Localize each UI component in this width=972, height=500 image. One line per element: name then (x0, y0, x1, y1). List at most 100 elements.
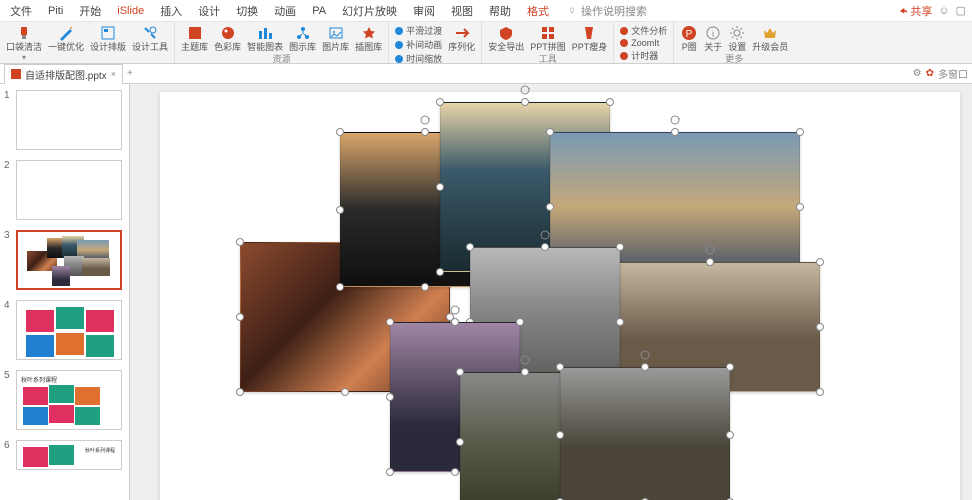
ribbon-about-button[interactable]: i关于 (704, 24, 722, 52)
menu-help[interactable]: 帮助 (485, 1, 515, 21)
thumbnail-1[interactable]: 1 (4, 90, 125, 150)
ribbon-analysis-button[interactable]: 文件分析 (620, 24, 667, 37)
selection-handle[interactable] (816, 388, 824, 396)
rotate-handle-icon[interactable] (539, 229, 551, 241)
rotate-handle-icon[interactable] (419, 114, 431, 126)
rotate-handle-icon[interactable] (519, 354, 531, 366)
ribbon-clean-button[interactable]: 口袋清洁 ▾ (6, 24, 42, 62)
rotate-handle-icon[interactable] (519, 84, 531, 96)
collage-image-bike[interactable] (560, 367, 730, 500)
selection-handle[interactable] (451, 318, 459, 326)
selection-handle[interactable] (421, 128, 429, 136)
selection-handle[interactable] (796, 128, 804, 136)
selection-handle[interactable] (436, 98, 444, 106)
selection-handle[interactable] (726, 431, 734, 439)
selection-handle[interactable] (556, 363, 564, 371)
window-max-icon[interactable]: ▢ (956, 4, 966, 17)
selection-handle[interactable] (236, 388, 244, 396)
menu-search[interactable]: 操作说明搜索 (567, 3, 647, 19)
ribbon-tools-button[interactable]: 设计工具 (132, 24, 168, 52)
selection-handle[interactable] (456, 368, 464, 376)
right-flower-icon[interactable]: ✿ (926, 68, 934, 79)
ribbon-layout-button[interactable]: 设计排版 (90, 24, 126, 52)
selection-handle[interactable] (456, 438, 464, 446)
menu-format[interactable]: 格式 (523, 1, 553, 21)
selection-handle[interactable] (726, 363, 734, 371)
ribbon-puzzle-button[interactable]: PPT拼图 (530, 24, 566, 52)
multi-window-button[interactable]: 多窗口 (938, 66, 968, 81)
selection-handle[interactable] (386, 393, 394, 401)
ribbon-optimize-button[interactable]: 一键优化 (48, 24, 84, 52)
document-tab[interactable]: 自适排版配图.pptx × (4, 64, 123, 84)
selection-handle[interactable] (616, 318, 624, 326)
menu-pa[interactable]: PA (308, 3, 330, 19)
ribbon-sequence-button[interactable]: 序列化 (448, 24, 475, 52)
ribbon-vip-button[interactable]: 升级会员 (752, 24, 788, 52)
ribbon-palette-button[interactable]: 色彩库 (214, 24, 241, 52)
selection-handle[interactable] (516, 318, 524, 326)
selection-handle[interactable] (421, 283, 429, 291)
selection-handle[interactable] (546, 128, 554, 136)
selection-handle[interactable] (436, 183, 444, 191)
thumbnail-6[interactable]: 6 秋叶系列课程 (4, 440, 125, 470)
menu-islide[interactable]: iSlide (113, 3, 148, 19)
selection-handle[interactable] (436, 268, 444, 276)
menu-review[interactable]: 审阅 (409, 1, 439, 21)
menu-piti[interactable]: Piti (44, 3, 67, 19)
selection-handle[interactable] (706, 258, 714, 266)
selection-handle[interactable] (386, 468, 394, 476)
ribbon-diagram-button[interactable]: 图示库 (289, 24, 316, 52)
selection-handle[interactable] (606, 98, 614, 106)
close-tab-icon[interactable]: × (111, 69, 116, 79)
rotate-handle-icon[interactable] (449, 304, 461, 316)
selection-handle[interactable] (236, 313, 244, 321)
selection-handle[interactable] (556, 431, 564, 439)
thumbnail-5[interactable]: 5 秋叶系列课程 (4, 370, 125, 430)
rotate-handle-icon[interactable] (669, 114, 681, 126)
menu-transition[interactable]: 切换 (232, 1, 262, 21)
ribbon-smartchart-button[interactable]: 智能图表 (247, 24, 283, 52)
ribbon-smooth-button[interactable]: 平滑过渡 (395, 24, 442, 37)
rotate-handle-icon[interactable] (704, 244, 716, 256)
selection-handle[interactable] (796, 203, 804, 211)
ribbon-theme-button[interactable]: 主题库 (181, 24, 208, 52)
ribbon-tween-button[interactable]: 补间动画 (395, 38, 442, 51)
ribbon-slim-button[interactable]: PPT瘦身 (572, 24, 608, 52)
new-tab-button[interactable]: + (127, 68, 133, 79)
selection-handle[interactable] (521, 98, 529, 106)
thumbnail-2[interactable]: 2 (4, 160, 125, 220)
menu-view[interactable]: 视图 (447, 1, 477, 21)
menu-home[interactable]: 开始 (75, 1, 105, 21)
selection-handle[interactable] (236, 238, 244, 246)
selection-handle[interactable] (336, 206, 344, 214)
menu-animation[interactable]: 动画 (270, 1, 300, 21)
thumbnail-3[interactable]: 3 (4, 230, 125, 290)
selection-handle[interactable] (616, 243, 624, 251)
selection-handle[interactable] (541, 243, 549, 251)
selection-handle[interactable] (816, 323, 824, 331)
selection-handle[interactable] (671, 128, 679, 136)
ribbon-pcircle-button[interactable]: PP圈 (680, 24, 698, 52)
selection-handle[interactable] (521, 368, 529, 376)
thumbnail-4[interactable]: 4 (4, 300, 125, 360)
selection-handle[interactable] (341, 388, 349, 396)
selection-handle[interactable] (641, 363, 649, 371)
ribbon-zoomit-button[interactable]: ZoomIt (620, 38, 667, 48)
selection-handle[interactable] (466, 243, 474, 251)
rotate-handle-icon[interactable] (639, 349, 651, 361)
ribbon-settings-button[interactable]: 设置 (728, 24, 746, 52)
right-gear-icon[interactable]: ⚙ (913, 68, 922, 79)
selection-handle[interactable] (336, 283, 344, 291)
window-smiley-icon[interactable]: ☺ (938, 5, 949, 17)
menu-slideshow[interactable]: 幻灯片放映 (338, 1, 401, 21)
selection-handle[interactable] (451, 468, 459, 476)
thumbnail-panel[interactable]: 1 2 3 4 (0, 84, 130, 500)
menu-file[interactable]: 文件 (6, 1, 36, 21)
ribbon-timer-button[interactable]: 计时器 (620, 49, 667, 62)
ribbon-export-button[interactable]: 安全导出 (488, 24, 524, 52)
ribbon-image-button[interactable]: 图片库 (322, 24, 349, 52)
canvas-area[interactable] (130, 84, 972, 500)
selection-handle[interactable] (546, 203, 554, 211)
menu-design[interactable]: 设计 (194, 1, 224, 21)
share-button[interactable]: 共享 (898, 3, 932, 19)
